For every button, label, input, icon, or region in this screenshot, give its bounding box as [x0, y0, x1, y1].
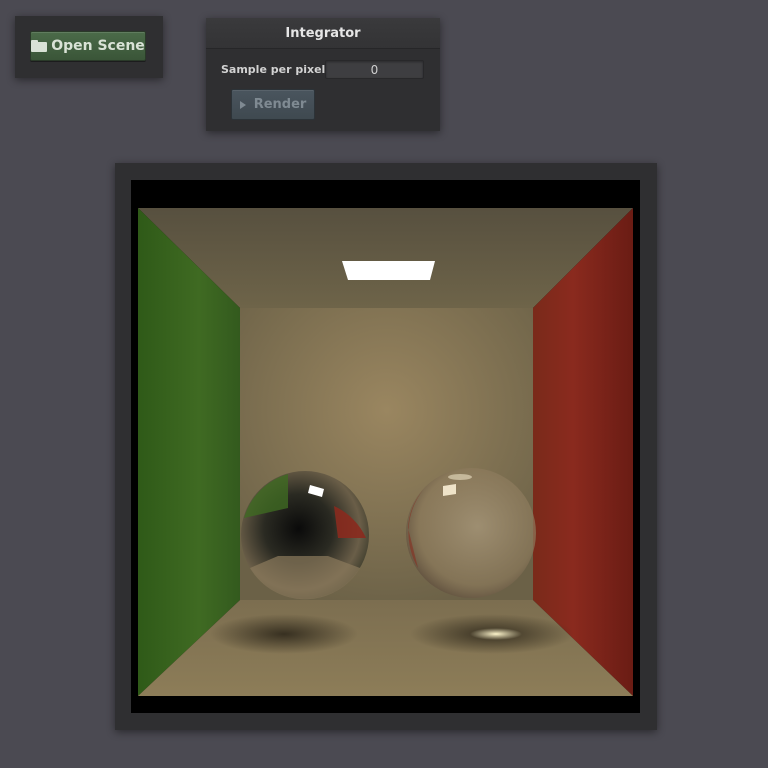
- spp-label: Sample per pixel:: [221, 63, 330, 76]
- cornell-box-render: [138, 208, 633, 696]
- folder-icon: [31, 40, 48, 52]
- caustic-highlight: [470, 628, 522, 640]
- open-scene-panel: Open Scene: [15, 16, 163, 78]
- viewport-panel: [115, 163, 657, 730]
- integrator-panel: Integrator Sample per pixel: 0 Render: [206, 18, 440, 131]
- ceiling-light: [342, 261, 435, 280]
- mirror-sphere-shadow: [210, 614, 358, 654]
- spp-input[interactable]: 0: [325, 60, 424, 79]
- integrator-title: Integrator: [206, 18, 440, 49]
- glass-sphere: [406, 468, 536, 598]
- mirror-sphere: [241, 471, 369, 600]
- play-icon: [239, 100, 246, 109]
- render-label: Render: [253, 97, 307, 112]
- render-button[interactable]: Render: [231, 89, 315, 120]
- open-scene-button[interactable]: Open Scene: [30, 31, 146, 61]
- open-scene-label: Open Scene: [51, 38, 145, 54]
- render-viewport[interactable]: [131, 180, 640, 713]
